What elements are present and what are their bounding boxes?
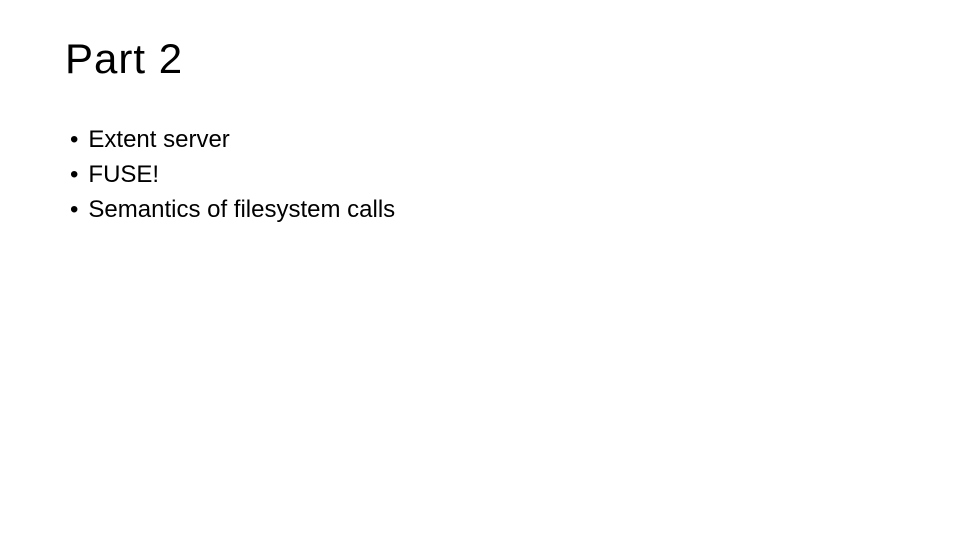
bullet-icon: • [70,158,78,193]
bullet-list: • Extent server • FUSE! • Semantics of f… [65,123,895,227]
slide-title: Part 2 [65,35,895,83]
list-item: • FUSE! [70,158,895,193]
bullet-text: FUSE! [88,158,159,193]
list-item: • Extent server [70,123,895,158]
bullet-icon: • [70,123,78,158]
bullet-text: Semantics of filesystem calls [88,193,395,228]
bullet-text: Extent server [88,123,229,158]
bullet-icon: • [70,193,78,228]
slide-container: Part 2 • Extent server • FUSE! • Semanti… [0,0,960,262]
list-item: • Semantics of filesystem calls [70,193,895,228]
